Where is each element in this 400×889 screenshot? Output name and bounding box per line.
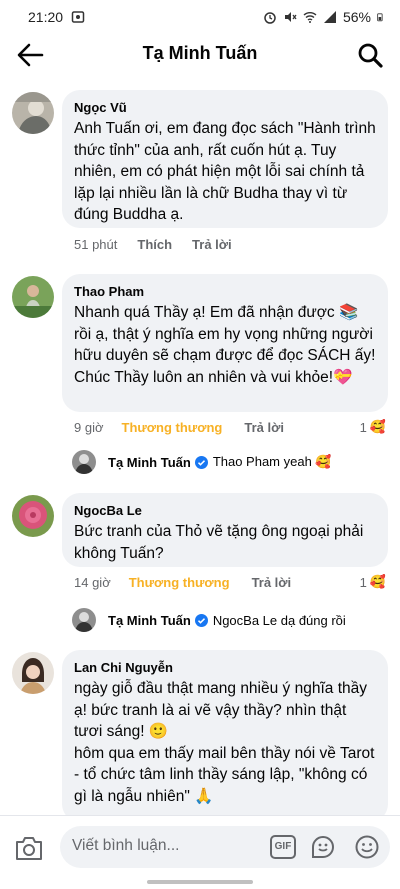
verified-badge-icon: [194, 613, 208, 627]
comment-text: ngày giỗ đầu thật mang nhiều ý nghĩa thầ…: [74, 678, 376, 807]
gif-button[interactable]: GIF: [270, 835, 296, 859]
comment-input[interactable]: [72, 837, 262, 855]
comment-bubble[interactable]: Thao Pham Nhanh quá Thầy ạ! Em đã nhận đ…: [62, 274, 388, 412]
comment-actions: 51 phút Thích Trả lời: [74, 237, 232, 252]
love-reaction-button[interactable]: Thương thương: [129, 575, 230, 590]
avatar[interactable]: [12, 92, 54, 134]
reply-author[interactable]: Tạ Minh Tuấn: [108, 613, 191, 628]
comment-bubble[interactable]: Ngọc Vũ Anh Tuấn ơi, em đang đọc sách "H…: [62, 90, 388, 228]
comment-actions: 9 giờ Thương thương Trả lời: [74, 420, 284, 435]
avatar[interactable]: [12, 652, 54, 694]
comment-actions: 14 giờ Thương thương Trả lời: [74, 575, 291, 590]
back-arrow-icon[interactable]: [16, 42, 44, 68]
comment-text: Anh Tuấn ơi, em đang đọc sách "Hành trìn…: [74, 120, 376, 223]
app-header: Tạ Minh Tuấn: [0, 34, 400, 76]
care-reaction-icon: 🥰: [369, 574, 386, 589]
search-icon[interactable]: [356, 41, 384, 69]
comment-time: 9 giờ: [74, 420, 104, 435]
wifi-icon: [303, 12, 317, 23]
verified-badge-icon: [194, 455, 208, 469]
page-title: Tạ Minh Tuấn: [142, 43, 258, 63]
sticker-icon[interactable]: [310, 834, 336, 860]
avatar[interactable]: [12, 276, 54, 318]
home-indicator[interactable]: [147, 880, 253, 884]
mute-icon: [284, 12, 297, 22]
reply-text: NgocBa Le dạ đúng rồi: [212, 612, 346, 628]
comment-input-box[interactable]: GIF: [60, 826, 390, 868]
reaction-count[interactable]: 1 🥰: [360, 419, 386, 435]
comment-text-line: hôm qua em thấy mail bên thầy nói về Tar…: [74, 744, 375, 805]
avatar: [72, 450, 96, 474]
comment-time: 51 phút: [74, 237, 118, 252]
like-button[interactable]: Thích: [137, 237, 172, 252]
signal-icon: [323, 11, 336, 23]
care-reaction-icon: 🥰: [369, 419, 386, 434]
comment-author[interactable]: Lan Chi Nguyễn: [74, 659, 376, 676]
reply-preview[interactable]: Tạ Minh Tuấn Thao Pham yeah 🥰: [72, 450, 332, 474]
gif-icon: GIF: [274, 841, 292, 852]
reaction-count[interactable]: 1 🥰: [360, 574, 386, 590]
comment-bubble[interactable]: NgocBa Le Bức tranh của Thỏ vẽ tặng ông …: [62, 493, 388, 567]
avatar[interactable]: [12, 495, 54, 537]
comment-list: Ngọc Vũ Anh Tuấn ơi, em đang đọc sách "H…: [0, 80, 400, 815]
comment-text: Nhanh quá Thầy ạ! Em đã nhận được 📚 rồi …: [74, 304, 376, 386]
reply-text: Thao Pham yeah 🥰: [212, 454, 332, 469]
reply-button[interactable]: Trả lời: [244, 420, 284, 435]
battery-level: 56%: [342, 9, 371, 25]
comment-author[interactable]: Ngọc Vũ: [74, 99, 376, 116]
avatar: [72, 608, 96, 632]
comment-time: 14 giờ: [74, 575, 111, 590]
emoji-icon[interactable]: [354, 834, 380, 860]
comment-bubble[interactable]: Lan Chi Nguyễn ngày giỗ đầu thật mang nh…: [62, 650, 388, 815]
status-time: 21:20: [28, 9, 64, 25]
camera-icon[interactable]: [14, 834, 44, 862]
comment-author[interactable]: NgocBa Le: [74, 502, 376, 519]
love-reaction-button[interactable]: Thương thương: [122, 420, 223, 435]
comment-composer: GIF: [0, 815, 400, 877]
alarm-icon: [264, 12, 276, 24]
reply-button[interactable]: Trả lời: [252, 575, 292, 590]
battery-icon: [377, 13, 383, 22]
comment-text: Bức tranh của Thỏ vẽ tặng ông ngoại phải…: [74, 523, 364, 562]
status-bar: 21:20 56%: [0, 0, 400, 34]
reply-author[interactable]: Tạ Minh Tuấn: [108, 455, 191, 470]
image-icon: [71, 11, 85, 23]
comment-author[interactable]: Thao Pham: [74, 283, 376, 300]
reply-button[interactable]: Trả lời: [192, 237, 232, 252]
comment-text-line: ngày giỗ đầu thật mang nhiều ý nghĩa thầ…: [74, 680, 367, 740]
reply-preview[interactable]: Tạ Minh Tuấn NgocBa Le dạ đúng rồi: [72, 608, 346, 632]
